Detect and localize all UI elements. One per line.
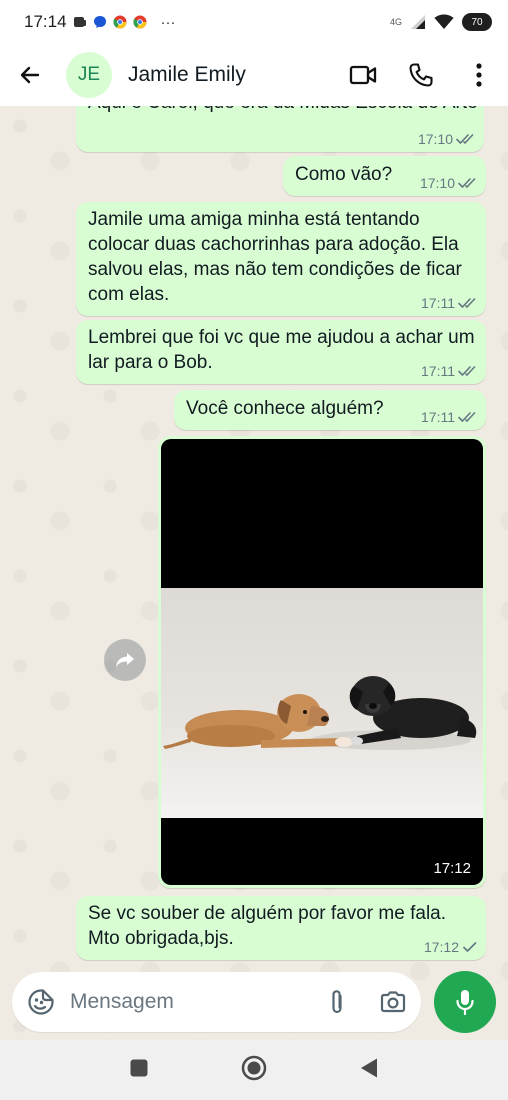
check-icon xyxy=(463,942,477,952)
message-bubble[interactable]: Aqui é Carol, que era da Midas Escola de… xyxy=(76,106,484,152)
square-icon xyxy=(130,1059,148,1076)
more-notifications: ··· xyxy=(160,13,176,31)
message-meta: 17:11 xyxy=(421,295,478,311)
attach-button[interactable] xyxy=(309,988,365,1016)
camera-button[interactable] xyxy=(365,990,421,1014)
network-type: 4G xyxy=(389,17,402,27)
back-nav-button[interactable] xyxy=(359,1057,379,1084)
message-time: 17:12 xyxy=(433,860,471,877)
puppies-photo[interactable] xyxy=(161,588,483,818)
message-bubble[interactable]: Você conhece alguém? 17:11 xyxy=(174,390,486,430)
sticker-icon xyxy=(28,989,54,1015)
status-notification-icons: ··· xyxy=(73,14,176,31)
header-actions xyxy=(334,51,508,99)
contact-name[interactable]: Jamile Emily xyxy=(128,63,246,87)
message-text: Como vão? xyxy=(295,164,393,185)
paperclip-icon xyxy=(332,990,342,1014)
message-meta: 17:10 xyxy=(418,131,476,147)
message-time: 17:11 xyxy=(421,409,455,425)
message-bubble[interactable]: Jamile uma amiga minha está tentando col… xyxy=(76,202,486,316)
forward-arrow-icon xyxy=(116,653,134,668)
image-message[interactable]: 17:12 xyxy=(158,436,486,888)
message-bubble[interactable]: Lembrei que foi vc que me ajudou a achar… xyxy=(76,320,486,384)
double-check-icon xyxy=(458,178,476,188)
image-frame[interactable]: 17:12 xyxy=(161,439,483,885)
system-nav-bar xyxy=(0,1040,508,1100)
message-time: 17:12 xyxy=(423,939,459,955)
notification-app-icon xyxy=(73,17,86,27)
chrome-icon xyxy=(113,15,127,29)
message-text: Jamile uma amiga minha está tentando col… xyxy=(88,209,462,305)
message-meta: 17:11 xyxy=(421,363,478,379)
battery-indicator: 70 xyxy=(462,13,492,31)
status-right-icons: 4G 70 xyxy=(390,13,492,31)
double-check-icon xyxy=(458,366,476,376)
message-text: Aqui é Carol, que era da Midas Escola de… xyxy=(88,106,478,115)
back-button[interactable] xyxy=(0,63,60,87)
message-text: Você conhece alguém? xyxy=(186,398,384,419)
voice-message-button[interactable] xyxy=(434,971,496,1033)
home-button[interactable] xyxy=(241,1055,267,1086)
message-time: 17:10 xyxy=(419,175,455,191)
message-meta: 17:11 xyxy=(421,409,478,425)
sticker-button[interactable] xyxy=(12,988,70,1016)
message-meta: 17:12 xyxy=(424,939,478,955)
wifi-icon xyxy=(434,14,454,29)
double-check-icon xyxy=(456,134,474,144)
phone-icon xyxy=(409,63,433,87)
message-input[interactable] xyxy=(70,990,290,1014)
voice-call-button[interactable] xyxy=(392,51,450,99)
message-bubble[interactable]: Se vc souber de alguém por favor me fala… xyxy=(76,896,486,960)
microphone-icon xyxy=(456,990,474,1016)
camera-icon xyxy=(380,991,406,1013)
menu-button[interactable] xyxy=(450,51,508,99)
message-bubble[interactable]: Como vão? 17:10 xyxy=(283,156,486,196)
double-check-icon xyxy=(458,412,476,422)
avatar[interactable]: JE xyxy=(66,52,112,98)
arrow-left-icon xyxy=(20,66,40,84)
message-meta: 17:10 xyxy=(420,175,478,191)
status-bar: 17:14 ··· 4G 70 xyxy=(0,0,508,44)
video-call-button[interactable] xyxy=(334,51,392,99)
message-text: Se vc souber de alguém por favor me fala… xyxy=(88,903,447,949)
chrome-icon xyxy=(133,15,147,29)
messenger-icon xyxy=(93,16,106,28)
video-camera-icon xyxy=(349,65,377,85)
status-time: 17:14 xyxy=(24,12,67,31)
forward-button[interactable] xyxy=(104,639,146,681)
cell-signal-icon xyxy=(411,15,425,29)
recents-button[interactable] xyxy=(129,1058,149,1083)
triangle-back-icon xyxy=(361,1058,377,1077)
chat-header: JE Jamile Emily xyxy=(0,44,508,106)
more-vertical-icon xyxy=(476,63,482,87)
compose-box xyxy=(12,972,421,1032)
message-time: 17:11 xyxy=(421,363,455,379)
message-time: 17:10 xyxy=(417,131,453,147)
compose-bar xyxy=(0,964,508,1040)
message-list[interactable]: Aqui é Carol, que era da Midas Escola de… xyxy=(0,106,508,1040)
message-time: 17:11 xyxy=(421,295,455,311)
circle-icon xyxy=(241,1055,267,1080)
message-meta: 17:12 xyxy=(433,860,471,877)
double-check-icon xyxy=(458,298,476,308)
